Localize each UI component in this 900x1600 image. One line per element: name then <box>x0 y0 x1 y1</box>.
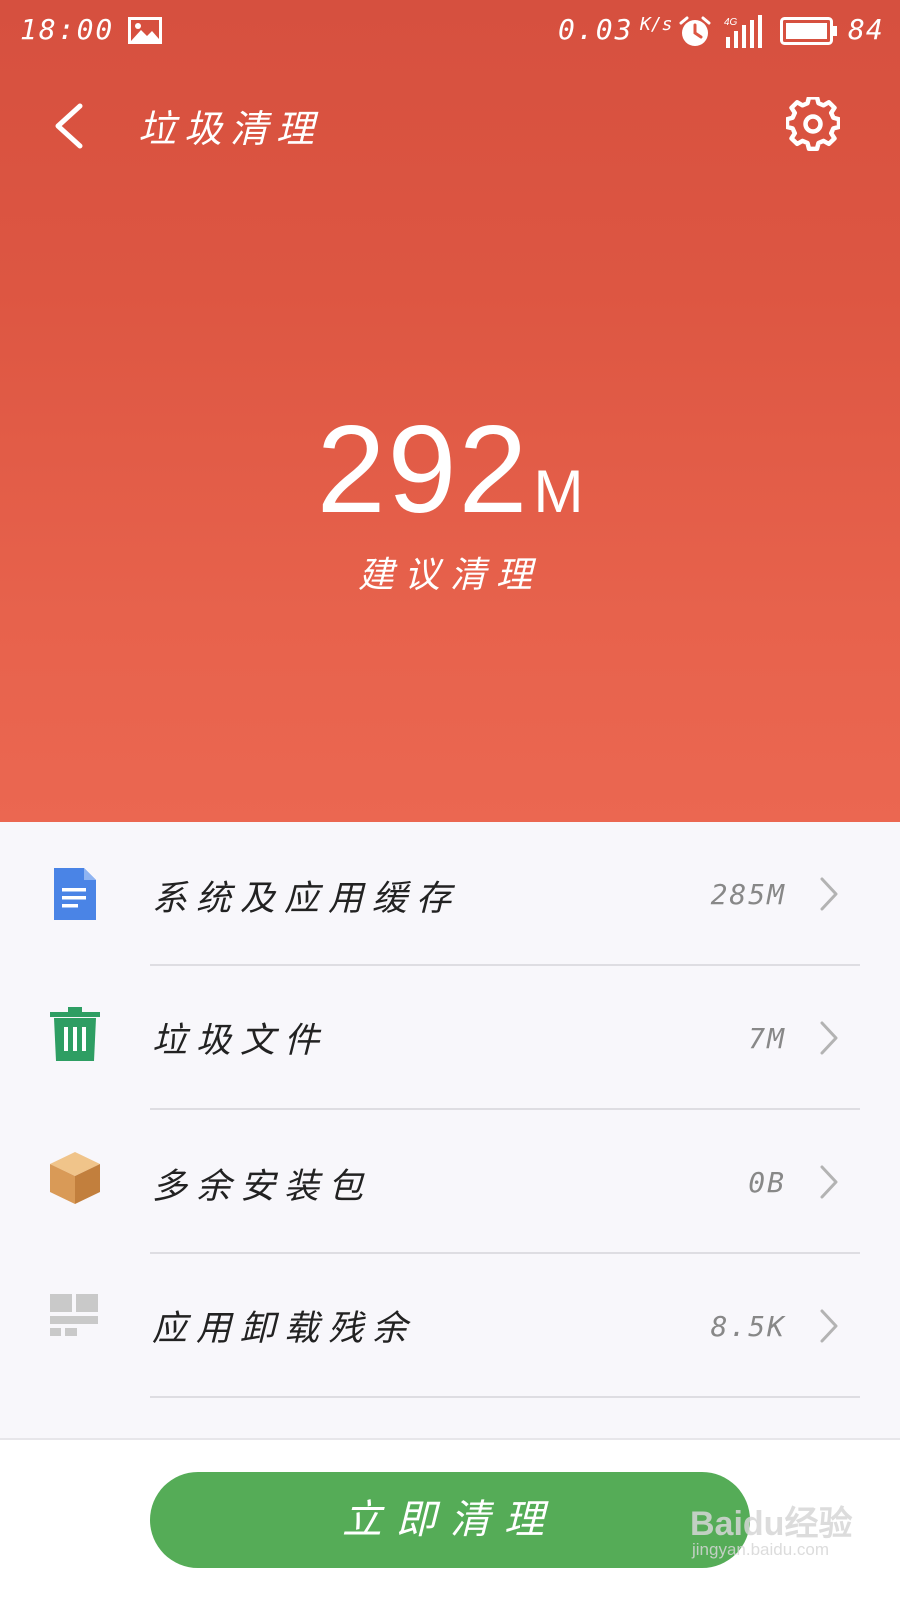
item-size: 0B <box>748 1166 786 1199</box>
status-time: 18:00 <box>20 13 115 46</box>
signal-label: 4G <box>724 17 738 28</box>
signal-icon: 4G <box>724 15 762 48</box>
divider <box>150 1396 860 1398</box>
junk-size-caption: 建议清理 <box>357 555 542 596</box>
item-size: 285M <box>710 878 786 911</box>
junk-size-unit: M <box>533 458 584 525</box>
item-label: 垃圾文件 <box>152 1021 329 1061</box>
chevron-right-icon <box>820 1309 838 1343</box>
chevron-right-icon <box>820 1165 838 1199</box>
baidu-watermark: Baidu经验 jingyan.baidu.com <box>690 1496 870 1570</box>
residue-grid-icon <box>50 1294 98 1336</box>
package-box-icon <box>50 1152 100 1204</box>
junk-size-value: 292 <box>316 401 530 539</box>
trash-icon <box>50 1007 100 1061</box>
image-icon <box>128 17 162 44</box>
watermark-sub: jingyan.baidu.com <box>692 1540 830 1559</box>
bottom-bar: 立即清理 Baidu经验 jingyan.baidu.com <box>0 1438 900 1600</box>
battery-icon <box>780 17 837 45</box>
status-bar: 18:00 0.03 K/s 4G 84 <box>0 0 900 66</box>
alarm-icon <box>679 16 711 46</box>
clean-now-button[interactable]: 立即清理 <box>150 1472 750 1568</box>
item-label: 多余安装包 <box>152 1167 373 1207</box>
header: 18:00 0.03 K/s 4G 84 垃圾清理 292M 建议清理 <box>0 0 900 822</box>
gear-icon[interactable] <box>786 97 840 151</box>
junk-size-display: 292M <box>0 408 900 532</box>
list-item-junk-files[interactable]: 垃圾文件 7M <box>0 966 900 1110</box>
item-size: 7M <box>748 1022 786 1055</box>
battery-level: 84 <box>848 13 884 46</box>
list-item-uninstall-residue[interactable]: 应用卸载残余 8.5K <box>0 1254 900 1398</box>
back-button[interactable] <box>50 98 90 154</box>
net-speed: 0.03 <box>558 13 634 46</box>
item-label: 系统及应用缓存 <box>152 879 461 919</box>
list-item-system-cache[interactable]: 系统及应用缓存 285M <box>0 822 900 966</box>
chevron-right-icon <box>820 1021 838 1055</box>
item-size: 8.5K <box>710 1310 786 1343</box>
title-bar: 垃圾清理 <box>0 80 900 170</box>
net-unit: K/s <box>640 14 673 35</box>
item-label: 应用卸载残余 <box>152 1309 417 1349</box>
list-item-redundant-packages[interactable]: 多余安装包 0B <box>0 1110 900 1254</box>
chevron-right-icon <box>820 877 838 911</box>
page-title: 垃圾清理 <box>138 107 323 151</box>
junk-category-list: 系统及应用缓存 285M 垃圾文件 7M 多余安装包 0B 应用卸载残余 8.5… <box>0 822 900 1438</box>
watermark-main: Baidu经验 <box>690 1505 853 1543</box>
document-icon <box>54 868 96 920</box>
